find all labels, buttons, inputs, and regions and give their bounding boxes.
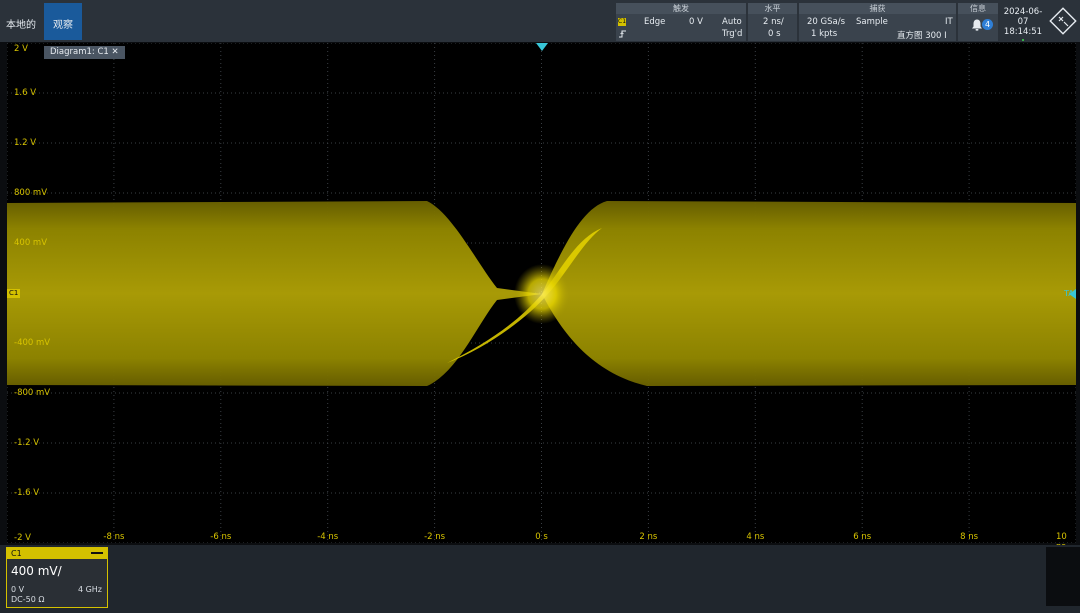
rohde-schwarz-logo (1049, 7, 1077, 35)
channel-coupling: DC-50 Ω (11, 595, 45, 604)
horizontal-position: 0 s (768, 29, 781, 39)
horizontal-scale: 2 ns/ (763, 17, 784, 27)
x-tick-label: 0 s (535, 532, 548, 542)
waveform-svg (7, 43, 1076, 543)
y-tick-label: -800 mV (14, 388, 51, 398)
y-tick-label: -2 V (14, 533, 31, 543)
x-tick-label: 6 ns (853, 532, 872, 542)
trigger-status: Trg'd (722, 29, 743, 39)
diagram-tab[interactable]: Diagram1: C1 ✕ (44, 46, 125, 59)
tab-local[interactable]: 本地的 (0, 3, 42, 40)
waveform-display[interactable] (7, 43, 1076, 543)
channel-scale: 400 mV/ (11, 564, 62, 578)
bottom-bar (0, 545, 1080, 613)
waveform-band-left (7, 201, 542, 386)
side-strip (1046, 547, 1080, 606)
y-tick-label: -1.2 V (14, 438, 40, 448)
edge-rising-icon (619, 30, 626, 38)
histogram-count: 直方图 300 I (897, 31, 947, 41)
tab-view[interactable]: 观察 (44, 3, 82, 40)
y-tick-label: -400 mV (14, 338, 51, 348)
y-tick-label: 2 V (14, 44, 28, 54)
waveform-crossing (514, 264, 570, 324)
ta-marker-label: TA (1064, 289, 1074, 298)
y-tick-label: -1.6 V (14, 488, 40, 498)
x-tick-label: 8 ns (960, 532, 979, 542)
channel-c1-box[interactable]: C1 400 mV/ 0 V 4 GHz DC-50 Ω (6, 547, 108, 608)
trigger-marker-icon[interactable] (536, 43, 548, 51)
sample-rate: 20 GSa/s (807, 17, 846, 27)
y-tick-label: 800 mV (14, 188, 48, 198)
x-tick-label: -6 ns (210, 532, 232, 542)
x-tick-label: -4 ns (317, 532, 339, 542)
minimize-icon[interactable] (91, 552, 103, 554)
record-length: 1 kpts (811, 29, 838, 39)
channel-bandwidth: 4 GHz (77, 585, 102, 594)
acquisition-panel[interactable]: 捕获 20 GSa/s 1 kpts Sample 直方图 300 I IT (799, 3, 956, 41)
trigger-level: 0 V (689, 17, 703, 27)
channel-offset: 0 V (11, 585, 25, 594)
y-tick-label: 400 mV (14, 238, 48, 248)
acquisition-mode: Sample (856, 17, 888, 27)
horizontal-header: 水平 (748, 3, 797, 14)
trigger-panel[interactable]: 触发 C1 Edge 0 V Auto Trg'd (616, 3, 746, 41)
x-tick-label: -8 ns (103, 532, 125, 542)
trigger-mode: Auto (722, 17, 742, 27)
time-text: 18:14:51 (1003, 27, 1043, 37)
y-tick-label: 1.2 V (14, 138, 37, 148)
acquisition-indicator: IT (945, 17, 953, 27)
acquisition-header: 捕获 (799, 3, 956, 14)
y-tick-label: 1.6 V (14, 88, 37, 98)
horizontal-panel[interactable]: 水平 2 ns/ 0 s (748, 3, 797, 41)
trigger-source-badge: C1 (618, 18, 627, 26)
x-tick-label: 4 ns (746, 532, 765, 542)
info-header: 信息 (958, 3, 998, 14)
trigger-type: Edge (644, 17, 666, 27)
notification-badge: 4 (982, 19, 993, 30)
channel-ref-marker[interactable]: C1 (7, 289, 21, 298)
date-text: 2024-06-07 (1003, 7, 1043, 27)
x-tick-label: 2 ns (639, 532, 658, 542)
datetime: 2024-06-07 18:14:51 (1000, 3, 1046, 46)
waveform-band-right (542, 201, 1076, 386)
x-tick-label: -2 ns (424, 532, 446, 542)
trigger-header: 触发 (616, 3, 746, 14)
